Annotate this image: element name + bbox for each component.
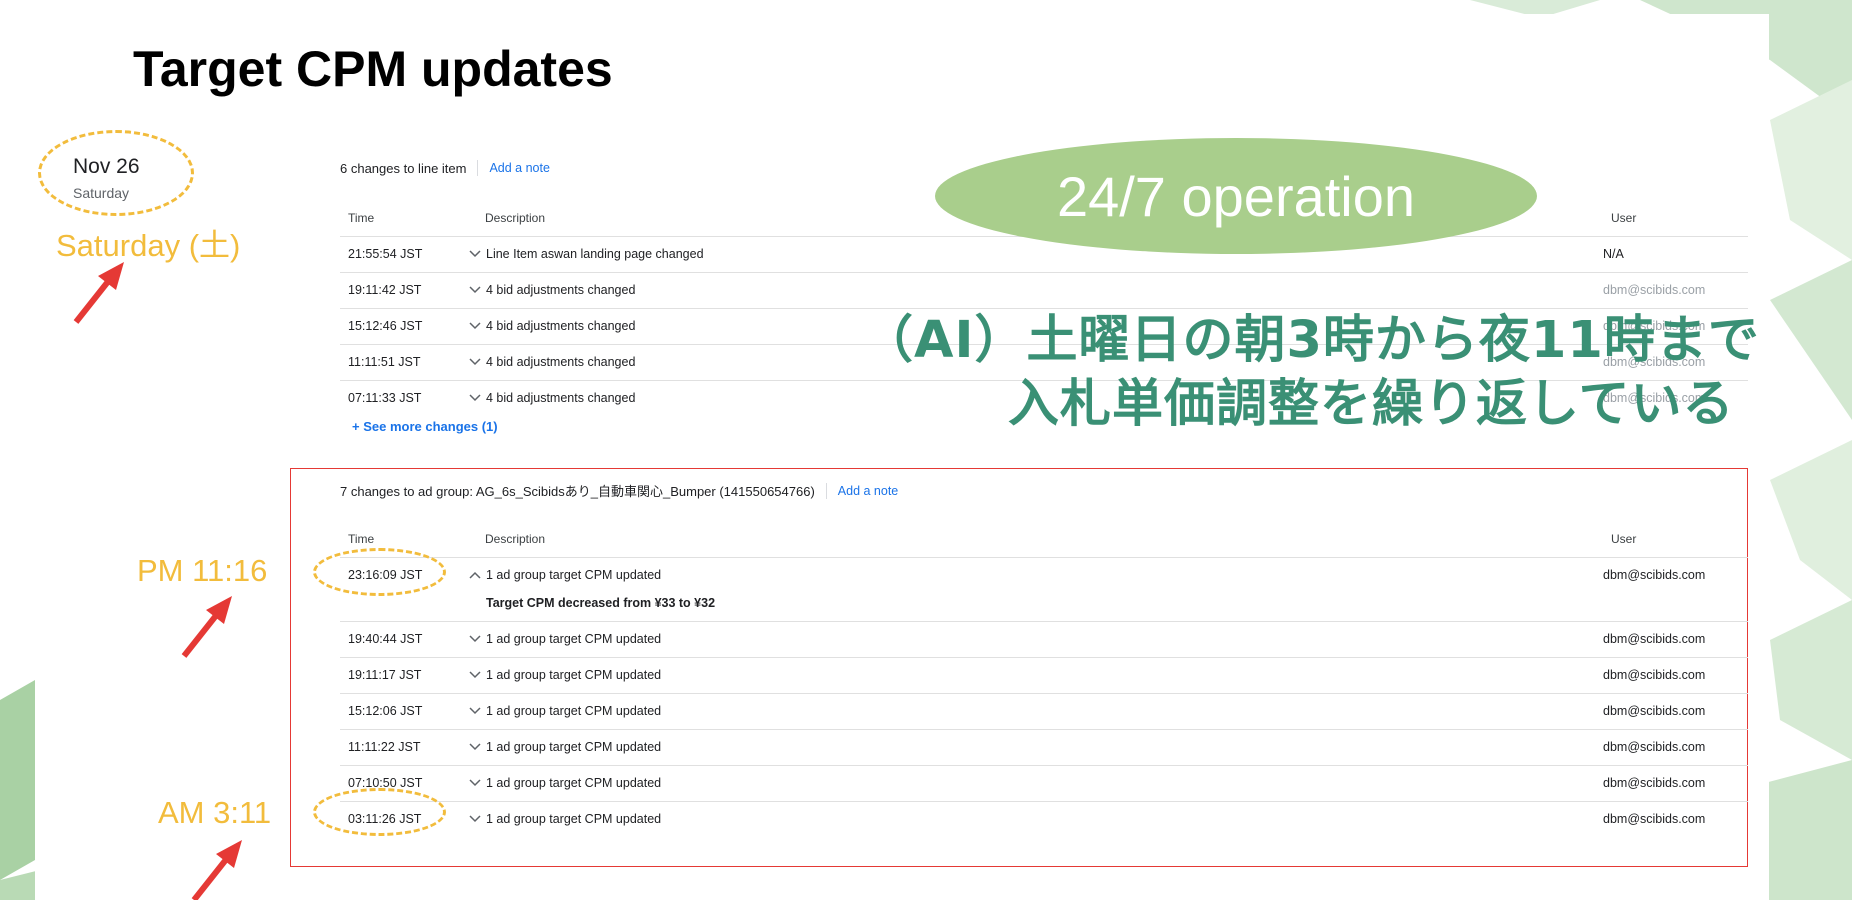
row-description: 1 ad group target CPM updated [486, 776, 662, 790]
row-time: 11:11:22 JST [348, 740, 421, 754]
add-note-link[interactable]: Add a note [838, 484, 898, 498]
arrow-icon [73, 262, 124, 324]
row-time: 11:11:51 JST [348, 355, 421, 369]
row-user: dbm@scibids.com [1603, 776, 1706, 790]
table-row[interactable]: 21:55:54 JST Line Item aswan landing pag… [340, 236, 1748, 272]
weekday-label: Saturday [73, 185, 130, 201]
operation-callout-text: 24/7 operation [1056, 164, 1416, 228]
page-title: Target CPM updates [133, 41, 613, 97]
divider [477, 160, 479, 176]
arrow-icon [191, 840, 242, 900]
chevron-down-icon[interactable] [468, 778, 482, 788]
chevron-down-icon[interactable] [468, 706, 482, 716]
column-header-time: Time [348, 532, 375, 546]
table-row[interactable]: 07:10:50 JST 1 ad group target CPM updat… [340, 765, 1748, 801]
row-description: Line Item aswan landing page changed [486, 247, 704, 261]
column-header-user: User [1611, 532, 1637, 546]
row-user: dbm@scibids.com [1603, 740, 1706, 754]
add-note-link[interactable]: Add a note [489, 161, 549, 175]
row-description: 4 bid adjustments changed [486, 319, 636, 333]
row-time: 15:12:06 JST [348, 704, 423, 718]
column-header-description: Description [485, 211, 546, 225]
table-row[interactable]: 15:12:06 JST 1 ad group target CPM updat… [340, 693, 1748, 729]
ad-group-panel-header: 7 changes to ad group: AG_6s_Scibidsあり_自… [340, 481, 898, 500]
column-header-user: User [1611, 211, 1637, 225]
row-user: dbm@scibids.com [1603, 812, 1706, 826]
chevron-down-icon[interactable] [468, 814, 482, 824]
row-time: 07:11:33 JST [348, 391, 422, 405]
chevron-down-icon[interactable] [468, 393, 482, 403]
row-user: N/A [1603, 247, 1624, 261]
row-description: 1 ad group target CPM updated [486, 568, 662, 582]
row-user: dbm@scibids.com [1603, 568, 1706, 582]
time-highlight-oval [313, 548, 446, 596]
row-user: dbm@scibids.com [1603, 668, 1706, 682]
row-description: 1 ad group target CPM updated [486, 632, 662, 646]
table-row[interactable]: 11:11:22 JST 1 ad group target CPM updat… [340, 729, 1748, 765]
date-label: Nov 26 [73, 155, 140, 178]
jp-annotation-line2: 入札単価調整を繰り返している [1008, 375, 1735, 434]
row-description: 1 ad group target CPM updated [486, 740, 662, 754]
ad-group-changes-list: 23:16:09 JST 1 ad group target CPM updat… [340, 557, 1748, 837]
divider [825, 482, 827, 499]
chevron-up-icon[interactable] [468, 570, 482, 580]
chevron-down-icon[interactable] [468, 249, 482, 259]
row-time: 19:40:44 JST [348, 632, 423, 646]
row-time: 21:55:54 JST [348, 247, 423, 261]
row-description: 1 ad group target CPM updated [486, 812, 662, 826]
pm-time-callout: PM 11:16 [137, 553, 268, 588]
row-description: 1 ad group target CPM updated [486, 668, 662, 682]
line-item-changes-count: 6 changes to line item [340, 160, 467, 176]
see-more-changes-link[interactable]: + See more changes (1) [352, 419, 498, 434]
chevron-down-icon[interactable] [468, 321, 482, 331]
column-header-description: Description [485, 532, 546, 546]
row-detail: Target CPM decreased from ¥33 to ¥32 [486, 596, 716, 610]
line-item-panel-header: 6 changes to line item Add a note [340, 160, 550, 176]
row-description: 4 bid adjustments changed [486, 391, 636, 405]
row-user: dbm@scibids.com [1603, 632, 1706, 646]
chevron-down-icon[interactable] [468, 634, 482, 644]
ad-group-changes-count: 7 changes to ad group: AG_6s_Scibidsあり_自… [340, 484, 815, 499]
row-user: dbm@scibids.com [1603, 704, 1706, 718]
table-row[interactable]: 19:11:17 JST 1 ad group target CPM updat… [340, 657, 1748, 693]
row-user: dbm@scibids.com [1603, 283, 1706, 297]
operation-callout: 24/7 operation [935, 138, 1537, 254]
am-time-callout: AM 3:11 [158, 795, 272, 830]
chevron-down-icon[interactable] [468, 742, 482, 752]
row-description: 4 bid adjustments changed [486, 283, 636, 297]
arrow-icon [181, 596, 232, 658]
column-header-time: Time [348, 211, 375, 225]
chevron-down-icon[interactable] [468, 670, 482, 680]
row-time: 19:11:42 JST [348, 283, 422, 297]
row-time: 15:12:46 JST [348, 319, 423, 333]
jp-annotation-line1: （AI）土曜日の朝3時から夜11時まで [862, 311, 1760, 370]
chevron-down-icon[interactable] [468, 357, 482, 367]
time-highlight-oval [313, 788, 446, 836]
table-row[interactable]: 19:40:44 JST 1 ad group target CPM updat… [340, 621, 1748, 657]
row-description: 4 bid adjustments changed [486, 355, 636, 369]
row-description: 1 ad group target CPM updated [486, 704, 662, 718]
table-row[interactable]: 03:11:26 JST 1 ad group target CPM updat… [340, 801, 1748, 837]
chevron-down-icon[interactable] [468, 285, 482, 295]
table-row[interactable]: 23:16:09 JST 1 ad group target CPM updat… [340, 557, 1748, 621]
row-time: 19:11:17 JST [348, 668, 422, 682]
